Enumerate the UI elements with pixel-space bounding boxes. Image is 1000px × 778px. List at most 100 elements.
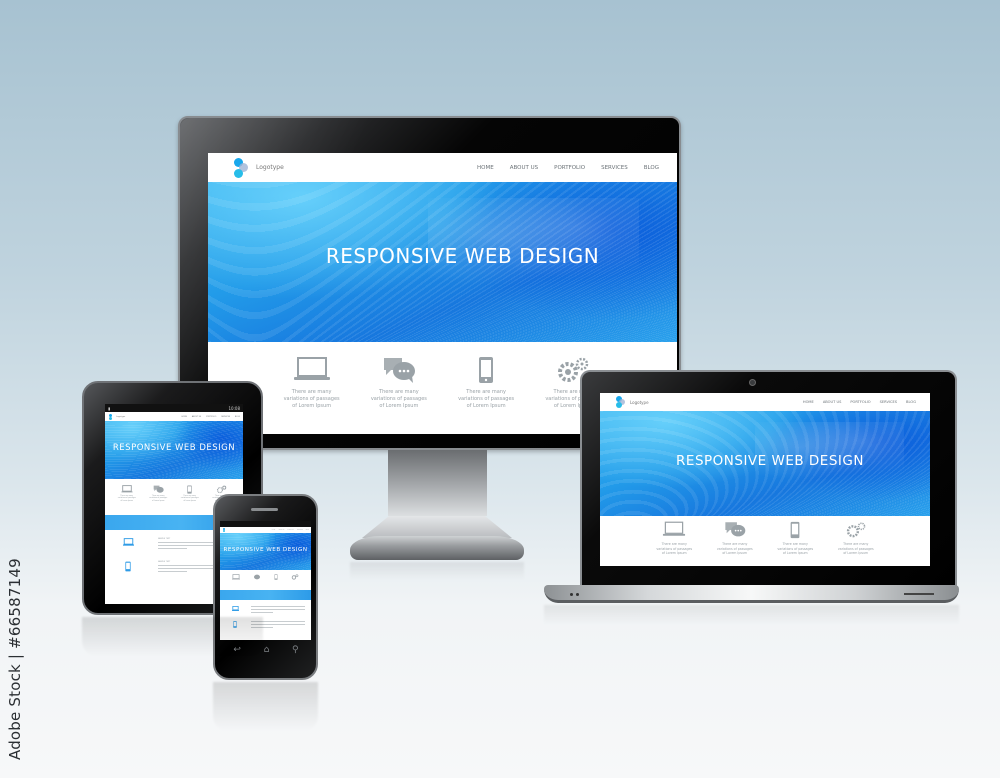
- feature-item: There are manyvariations of passagesof L…: [359, 356, 439, 410]
- logo-text: Logotype: [630, 399, 649, 405]
- laptop-icon: [662, 521, 686, 537]
- feature-item: There are manyvariations of passagesof L…: [710, 521, 760, 556]
- feature-item: There are manyvariations of passagesof L…: [113, 485, 141, 503]
- feature-item: There are manyvariations of passagesof L…: [446, 356, 526, 410]
- site-menu: HOME ABOUT US PORTFOLIO SERVICES BLOG: [181, 416, 240, 418]
- site-hero-banner: RESPONSIVE WEB DESIGN: [220, 533, 311, 570]
- site-logo[interactable]: Logotype: [234, 157, 284, 178]
- nav-about-us[interactable]: ABOUT US: [510, 165, 538, 171]
- monitor-stand-base: [350, 536, 524, 560]
- monitor-stand-base-top: [362, 516, 512, 538]
- hero-headline: RESPONSIVE WEB DESIGN: [223, 547, 308, 553]
- nav-blog[interactable]: BLOG: [235, 416, 240, 418]
- feature-item: There are manyvariations of passagesof L…: [831, 521, 881, 556]
- site-blue-band: [220, 590, 311, 600]
- nav-about-us[interactable]: ABOUT US: [192, 416, 201, 418]
- nav-services[interactable]: SERVICES: [601, 165, 628, 171]
- site-logo[interactable]: [223, 528, 226, 532]
- chat-bubbles-icon: [253, 574, 261, 580]
- hero-headline: RESPONSIVE WEB DESIGN: [325, 244, 600, 268]
- smartphone-icon: [274, 574, 278, 580]
- hero-headline: RESPONSIVE WEB DESIGN: [112, 443, 236, 453]
- feature-item: There are manyvariations of passagesof L…: [649, 521, 699, 556]
- nav-portfolio[interactable]: PORTFOLIO: [850, 400, 870, 404]
- nav-services[interactable]: SERVICES: [880, 400, 897, 404]
- signal-icon: ▮: [108, 405, 111, 411]
- gears-icon: [845, 521, 867, 539]
- feature-item: [291, 574, 299, 580]
- smartphone-icon: [790, 521, 800, 539]
- logo-mark-icon: [234, 157, 250, 178]
- reflection: [544, 605, 959, 625]
- nav-services[interactable]: SERVICES: [297, 530, 303, 531]
- laptop-icon: [232, 574, 241, 580]
- site-menu: HOME ABOUT US PORTFOLIO SERVICES BLOG: [477, 165, 659, 171]
- nav-portfolio[interactable]: PORTFOLIO: [554, 165, 585, 171]
- smartphone-icon: [187, 485, 192, 494]
- laptop-icon: [121, 485, 133, 493]
- reflection: [213, 682, 318, 732]
- phone-speaker: [251, 508, 278, 511]
- nav-about-us[interactable]: ABOUT US: [823, 400, 842, 404]
- smartphone-icon: [478, 356, 494, 384]
- sample-row: [232, 606, 305, 615]
- nav-blog[interactable]: BLOG: [644, 165, 659, 171]
- feature-item: There are manyvariations of passagesof L…: [144, 485, 172, 503]
- logo-text: Logotype: [256, 164, 284, 171]
- nav-about-us[interactable]: ABOUT US: [278, 530, 284, 531]
- site-logo[interactable]: Logotype: [616, 396, 649, 408]
- logo-mark-icon: [616, 396, 626, 408]
- site-nav: Logotype HOME ABOUT US PORTFOLIO SERVICE…: [208, 153, 677, 182]
- nav-portfolio[interactable]: PORTFOLIO: [287, 530, 294, 531]
- chat-bubbles-icon: [153, 485, 164, 494]
- chat-bubbles-icon: [382, 356, 416, 384]
- site-features: [220, 574, 311, 580]
- feature-item: [274, 574, 278, 580]
- nav-home[interactable]: HOME: [272, 530, 276, 531]
- nav-home[interactable]: HOME: [181, 416, 186, 418]
- feature-item: There are manyvariations of passagesof L…: [272, 356, 352, 410]
- nav-home[interactable]: HOME: [803, 400, 814, 404]
- feature-item: [232, 574, 241, 580]
- logo-mark-icon: [223, 528, 226, 532]
- laptop-slot: [904, 593, 934, 595]
- feature-item: [253, 574, 261, 580]
- indicator-lights-icon: [570, 593, 582, 596]
- site-menu: HOME ABOUT US PORTFOLIO SERVICES BLOG: [272, 530, 310, 531]
- laptop-icon: [123, 538, 134, 546]
- status-time: 10:08: [228, 405, 240, 411]
- gears-icon: [291, 574, 299, 580]
- smartphone-icon: [125, 561, 131, 572]
- nav-services[interactable]: SERVICES: [221, 416, 230, 418]
- nav-portfolio[interactable]: PORTFOLIO: [206, 416, 216, 418]
- site-menu: HOME ABOUT US PORTFOLIO SERVICES BLOG: [803, 400, 916, 404]
- site-nav: Logotype HOME ABOUT US PORTFOLIO SERVICE…: [600, 393, 930, 411]
- laptop-base: [544, 585, 959, 603]
- laptop-website: Logotype HOME ABOUT US PORTFOLIO SERVICE…: [600, 393, 930, 566]
- laptop-icon: [232, 606, 239, 611]
- logo-mark-icon: [109, 413, 114, 420]
- chat-bubbles-icon: [724, 521, 746, 539]
- site-hero-banner: RESPONSIVE WEB DESIGN: [208, 182, 677, 342]
- site-hero-banner: RESPONSIVE WEB DESIGN: [600, 411, 930, 516]
- reflection: [350, 562, 524, 580]
- gears-icon: [216, 485, 227, 494]
- feature-item: There are manyvariations of passagesof L…: [770, 521, 820, 556]
- site-nav: Logotype HOME ABOUT US PORTFOLIO SERVICE…: [105, 412, 243, 421]
- logo-text: Logotype: [116, 415, 126, 418]
- stock-id-label: Adobe Stock | #66587149: [6, 558, 24, 760]
- site-features: There are many variations of passages of L…: [600, 521, 930, 556]
- monitor-stand-neck: [388, 450, 487, 516]
- hero-headline: RESPONSIVE WEB DESIGN: [676, 453, 864, 469]
- search-icon[interactable]: ⚲: [292, 645, 299, 655]
- laptop-icon: [293, 356, 330, 382]
- site-logo[interactable]: Logotype: [109, 413, 126, 420]
- nav-blog[interactable]: BLOG: [906, 400, 916, 404]
- reflection: [82, 617, 263, 657]
- webcam-icon: [749, 379, 756, 386]
- feature-item: There are manyvariations of passagesof L…: [176, 485, 204, 503]
- home-icon[interactable]: ⌂: [264, 645, 270, 655]
- nav-blog[interactable]: BLOG: [306, 530, 309, 531]
- nav-home[interactable]: HOME: [477, 165, 494, 171]
- tablet-status-bar: ▮ 10:08: [105, 404, 243, 412]
